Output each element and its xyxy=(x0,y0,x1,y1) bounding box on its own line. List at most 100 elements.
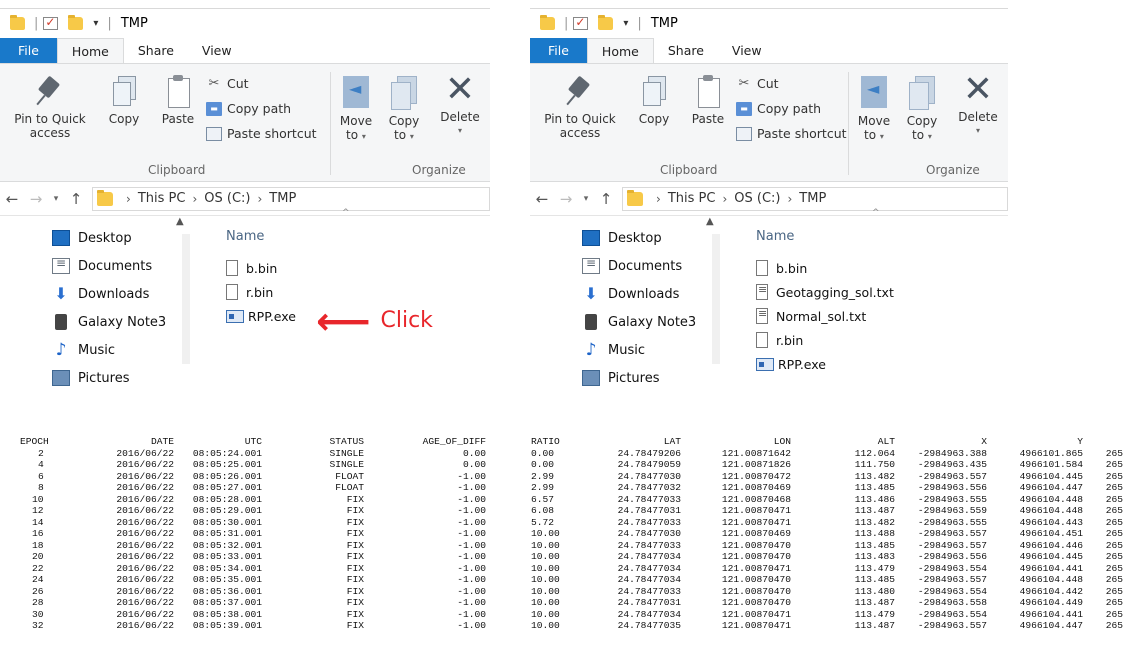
table-cell: 113.487 xyxy=(854,597,895,608)
table-cell: -2984963.557 xyxy=(917,574,987,585)
breadcrumb-this-pc[interactable]: This PC xyxy=(138,191,186,206)
file-item-b-bin[interactable]: b.bin xyxy=(226,256,296,280)
desktop-icon xyxy=(582,230,600,246)
table-cell: 08:05:24.001 xyxy=(192,447,262,459)
tab-file[interactable]: File xyxy=(530,38,587,63)
file-item-normal-sol-txt[interactable]: Normal_sol.txt xyxy=(756,304,894,328)
tab-view[interactable]: View xyxy=(718,38,776,63)
content-area: Desktop Documents ⬇Downloads Galaxy Note… xyxy=(0,208,490,386)
nav-item-music[interactable]: ♪ Music xyxy=(0,336,190,364)
file-item-r-bin[interactable]: r.bin xyxy=(226,280,296,304)
nav-item-galaxy-note3[interactable]: Galaxy Note3 xyxy=(0,308,190,336)
nav-item-galaxy-note3[interactable]: Galaxy Note3 xyxy=(530,308,720,336)
table-cell: 20 xyxy=(32,551,44,562)
nav-item-downloads[interactable]: ⬇ Downloads xyxy=(0,280,190,308)
pin-to-quick-access-button[interactable]: Pin to Quick access xyxy=(0,74,100,140)
table-cell: 4966104.449 xyxy=(1019,597,1083,608)
back-icon[interactable]: ← xyxy=(530,190,554,208)
paste-shortcut-button[interactable]: Paste shortcut xyxy=(736,126,847,141)
table-cell: -1.00 xyxy=(457,505,486,516)
copy-path-button[interactable]: ▬ Copy path xyxy=(736,101,821,116)
table-cell: 113.488 xyxy=(854,528,895,539)
new-folder-icon[interactable] xyxy=(598,15,614,30)
table-cell: 08:05:32.001 xyxy=(192,539,262,551)
breadcrumb-os-c[interactable]: OS (C:) xyxy=(204,191,250,206)
executable-icon xyxy=(226,309,244,323)
column-header: LON xyxy=(773,436,791,447)
move-to-button[interactable]: Move to ▾ xyxy=(334,74,378,144)
table-cell: 2.99 xyxy=(531,482,555,493)
delete-button[interactable]: ✕ Delete ▾ xyxy=(432,72,488,138)
breadcrumb-tmp[interactable]: TMP xyxy=(799,191,826,206)
quick-access-dropdown-icon[interactable]: ▾ xyxy=(623,18,628,29)
recent-locations-icon[interactable]: ▾ xyxy=(578,194,594,204)
tab-view[interactable]: View xyxy=(188,38,246,63)
up-icon[interactable]: ↑ xyxy=(594,190,618,208)
properties-icon[interactable] xyxy=(43,15,59,30)
up-icon[interactable]: ↑ xyxy=(64,190,88,208)
tab-share[interactable]: Share xyxy=(654,38,718,63)
table-header: RATIO LAT LON ALT X Y xyxy=(531,436,1123,448)
scroll-up-icon[interactable]: ▲ xyxy=(706,216,714,227)
breadcrumb[interactable]: › This PC › OS (C:) › TMP xyxy=(92,186,490,211)
nav-item-desktop[interactable]: Desktop xyxy=(530,224,720,252)
new-folder-icon[interactable] xyxy=(68,15,84,30)
properties-icon[interactable] xyxy=(573,15,589,30)
nav-item-desktop[interactable]: Desktop xyxy=(0,224,190,252)
breadcrumb[interactable]: › This PC › OS (C:) › TMP xyxy=(622,186,1008,211)
tab-home[interactable]: Home xyxy=(56,38,124,63)
nav-item-pictures[interactable]: Pictures xyxy=(530,364,720,392)
paste-button[interactable]: Paste xyxy=(156,74,200,126)
copy-to-button[interactable]: Copy to ▾ xyxy=(900,74,944,144)
tab-home[interactable]: Home xyxy=(586,38,654,63)
paste-shortcut-button[interactable]: Paste shortcut xyxy=(206,126,317,141)
table-row: 6.08 24.78477031 121.00870471 113.487 -29849… xyxy=(531,505,1123,517)
file-item-rpp-exe[interactable]: RPP.exe xyxy=(756,352,894,376)
scroll-up-icon[interactable]: ▲ xyxy=(176,216,184,227)
table-cell: -2984963.557 xyxy=(917,470,987,482)
quick-access-dropdown-icon[interactable]: ▾ xyxy=(93,18,98,29)
table-row: 10.00 24.78477030 121.00870469 113.488 -2984… xyxy=(531,528,1123,540)
column-header-name[interactable]: ^ Name xyxy=(756,208,894,256)
tab-file[interactable]: File xyxy=(0,38,57,63)
nav-item-pictures[interactable]: Pictures xyxy=(0,364,190,392)
file-item-r-bin[interactable]: r.bin xyxy=(756,328,894,352)
tab-share[interactable]: Share xyxy=(124,38,188,63)
navigation-scrollbar[interactable] xyxy=(712,234,720,364)
breadcrumb-os-c[interactable]: OS (C:) xyxy=(734,191,780,206)
table-cell: 08:05:35.001 xyxy=(192,574,262,585)
cut-button[interactable]: ✂ Cut xyxy=(206,76,249,91)
file-item-rpp-exe[interactable]: RPP.exe xyxy=(226,304,296,328)
delete-button[interactable]: ✕ Delete ▾ xyxy=(950,72,1006,138)
forward-icon[interactable]: → xyxy=(24,190,48,208)
recent-locations-icon[interactable]: ▾ xyxy=(48,194,64,204)
forward-icon[interactable]: → xyxy=(554,190,578,208)
copy-button[interactable]: Copy xyxy=(104,74,144,126)
move-to-button[interactable]: Move to ▾ xyxy=(852,74,896,144)
table-cell: 113.479 xyxy=(854,562,895,574)
breadcrumb-tmp[interactable]: TMP xyxy=(269,191,296,206)
table-cell: 112.064 xyxy=(854,447,895,459)
pin-to-quick-access-button[interactable]: Pin to Quick access xyxy=(530,74,630,140)
file-item-geotagging-sol-txt[interactable]: Geotagging_sol.txt xyxy=(756,280,894,304)
cut-button[interactable]: ✂ Cut xyxy=(736,76,779,91)
table-cell: 10.00 xyxy=(531,585,560,597)
chevron-right-icon: › xyxy=(126,191,131,206)
paste-button[interactable]: Paste xyxy=(686,74,730,126)
nav-item-downloads[interactable]: ⬇ Downloads xyxy=(530,280,720,308)
nav-item-documents[interactable]: Documents xyxy=(0,252,190,280)
back-icon[interactable]: ← xyxy=(0,190,24,208)
table-cell: 2016/06/22 xyxy=(116,562,174,574)
scissors-icon: ✂ xyxy=(738,75,750,91)
copy-to-button[interactable]: Copy to ▾ xyxy=(382,74,426,144)
column-header-name[interactable]: ^ Name xyxy=(226,208,350,256)
breadcrumb-this-pc[interactable]: This PC xyxy=(668,191,716,206)
chevron-down-icon: ▾ xyxy=(879,132,884,141)
nav-item-documents[interactable]: Documents xyxy=(530,252,720,280)
copy-path-button[interactable]: ▬ Copy path xyxy=(206,101,291,116)
navigation-scrollbar[interactable] xyxy=(182,234,190,364)
table-cell: 113.485 xyxy=(854,482,895,493)
file-item-b-bin[interactable]: b.bin xyxy=(756,256,894,280)
nav-item-music[interactable]: ♪ Music xyxy=(530,336,720,364)
copy-button[interactable]: Copy xyxy=(634,74,674,126)
